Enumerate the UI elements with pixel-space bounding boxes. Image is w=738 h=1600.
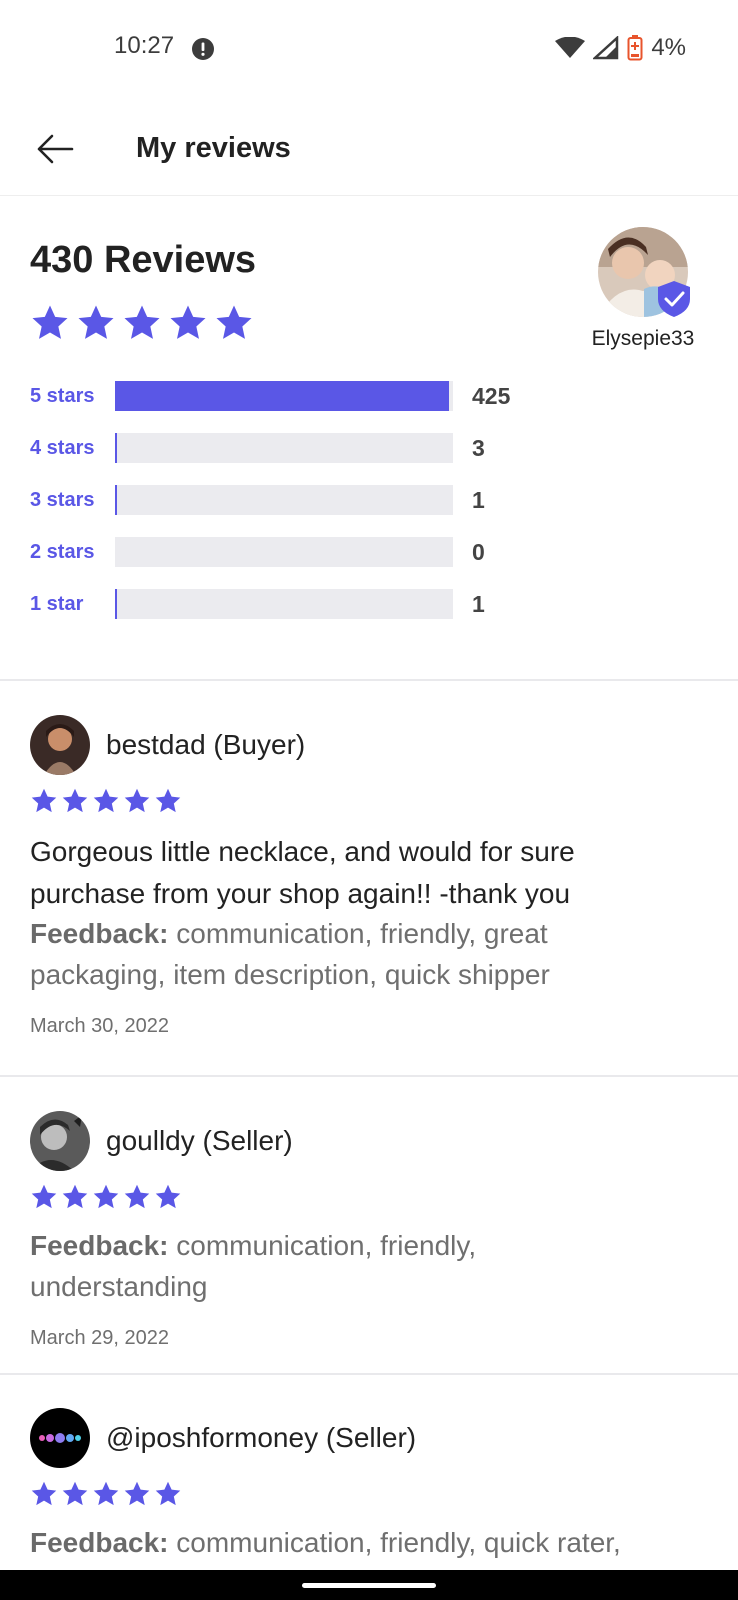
star-icon bbox=[170, 305, 206, 339]
rating-bar-track bbox=[115, 381, 453, 411]
feedback-label: Feedback: bbox=[30, 1527, 169, 1558]
reviewer-photo-icon bbox=[30, 1111, 90, 1171]
rating-row-4: 4 stars 3 bbox=[30, 433, 730, 485]
battery-icon bbox=[627, 35, 643, 61]
reviewer-photo-icon bbox=[30, 715, 90, 775]
feedback-label: Feedback: bbox=[30, 918, 169, 949]
rating-bar-track bbox=[115, 485, 453, 515]
rating-row-1: 1 star 1 bbox=[30, 589, 730, 641]
star-icon bbox=[124, 1481, 150, 1506]
rating-row-5: 5 stars 425 bbox=[30, 381, 730, 433]
status-icons: 4% bbox=[555, 34, 686, 62]
feedback-tags: understanding bbox=[30, 1271, 208, 1302]
feedback-tags: communication, friendly, great bbox=[168, 918, 548, 949]
reviewer-name[interactable]: goulldy (Seller) bbox=[106, 1125, 293, 1157]
rating-row-count: 1 bbox=[472, 487, 485, 513]
reviewer-photo-icon bbox=[30, 1408, 90, 1468]
rating-bar-fill bbox=[115, 381, 449, 411]
page-title: My reviews bbox=[136, 132, 291, 164]
reviewer-avatar[interactable] bbox=[30, 715, 90, 775]
star-icon bbox=[62, 788, 88, 813]
reviews-summary: 430 Reviews Elysepie33 5 stars 425 4 sta… bbox=[0, 197, 738, 681]
reviewer-name[interactable]: @iposhformoney (Seller) bbox=[106, 1422, 416, 1454]
profile-username: Elysepie33 bbox=[591, 327, 695, 350]
star-icon bbox=[216, 305, 252, 339]
app-header: My reviews bbox=[0, 104, 738, 196]
rating-row-3: 3 stars 1 bbox=[30, 485, 730, 537]
rating-row-label: 5 stars bbox=[30, 385, 95, 407]
review-text-line: purchase from your shop again!! -thank y… bbox=[30, 878, 571, 909]
star-icon bbox=[31, 1184, 57, 1209]
reviewer-avatar[interactable] bbox=[30, 1408, 90, 1468]
star-icon bbox=[62, 1184, 88, 1209]
rating-bar-track bbox=[115, 589, 453, 619]
review-text: Gorgeous little necklace, and would for … bbox=[30, 831, 710, 915]
star-icon bbox=[93, 1481, 119, 1506]
rating-bar-track bbox=[115, 537, 453, 567]
star-icon bbox=[155, 1481, 181, 1506]
rating-bar-track bbox=[115, 433, 453, 463]
review-feedback: Feedback: communication, friendly, quick… bbox=[30, 1522, 710, 1563]
star-icon bbox=[155, 788, 181, 813]
cell-signal-icon bbox=[593, 36, 619, 60]
battery-percent: 4% bbox=[651, 34, 686, 61]
rating-row-count: 425 bbox=[472, 383, 511, 409]
rating-row-2: 2 stars 0 bbox=[30, 537, 730, 589]
rating-row-label: 4 stars bbox=[30, 437, 95, 459]
review-rating-stars bbox=[30, 1480, 182, 1508]
summary-rating-stars bbox=[30, 303, 254, 343]
arrow-left-icon bbox=[37, 134, 74, 164]
review-text-line: Gorgeous little necklace, and would for … bbox=[30, 836, 575, 867]
feedback-tags: packaging, item description, quick shipp… bbox=[30, 959, 550, 990]
rating-bar-fill bbox=[115, 485, 117, 515]
review-rating-stars bbox=[30, 787, 182, 815]
feedback-label: Feedback: bbox=[30, 1230, 169, 1261]
review-feedback: Feedback: communication, friendly, great… bbox=[30, 913, 710, 995]
back-button[interactable] bbox=[28, 122, 82, 176]
star-icon bbox=[78, 305, 114, 339]
rating-row-label: 2 stars bbox=[30, 541, 95, 563]
rating-bar-fill bbox=[115, 589, 117, 619]
rating-row-count: 0 bbox=[472, 539, 485, 565]
rating-breakdown: 5 stars 425 4 stars 3 3 stars 1 2 stars … bbox=[30, 381, 730, 641]
alert-icon bbox=[192, 38, 214, 60]
reviews-count-title: 430 Reviews bbox=[30, 239, 257, 281]
review-feedback: Feedback: communication, friendly, under… bbox=[30, 1225, 710, 1307]
star-icon bbox=[93, 788, 119, 813]
star-icon bbox=[155, 1184, 181, 1209]
review-item[interactable]: goulldy (Seller) Feedback: communication… bbox=[0, 1079, 738, 1375]
rating-row-count: 1 bbox=[472, 591, 485, 617]
star-icon bbox=[31, 1481, 57, 1506]
feedback-tags: communication, friendly, bbox=[168, 1230, 477, 1261]
star-icon bbox=[32, 305, 68, 339]
status-time: 10:27 bbox=[114, 32, 175, 59]
profile-block[interactable]: Elysepie33 bbox=[578, 227, 708, 351]
system-nav-bar bbox=[0, 1570, 738, 1600]
rating-row-count: 3 bbox=[472, 435, 485, 461]
star-icon bbox=[124, 788, 150, 813]
profile-avatar[interactable] bbox=[598, 227, 690, 317]
star-icon bbox=[31, 788, 57, 813]
review-date: March 29, 2022 bbox=[30, 1327, 169, 1349]
star-icon bbox=[124, 305, 160, 339]
wifi-icon bbox=[555, 37, 586, 58]
feedback-tags: communication, friendly, quick rater, bbox=[168, 1527, 621, 1558]
rating-row-label: 1 star bbox=[30, 593, 84, 615]
reviewer-name[interactable]: bestdad (Buyer) bbox=[106, 729, 305, 761]
home-indicator[interactable] bbox=[302, 1583, 436, 1588]
review-item[interactable]: bestdad (Buyer) Gorgeous little necklace… bbox=[0, 683, 738, 1077]
star-icon bbox=[124, 1184, 150, 1209]
verified-badge-icon bbox=[658, 281, 690, 317]
rating-bar-fill bbox=[115, 433, 118, 463]
reviewer-avatar[interactable] bbox=[30, 1111, 90, 1171]
star-icon bbox=[93, 1184, 119, 1209]
review-rating-stars bbox=[30, 1183, 182, 1211]
star-icon bbox=[62, 1481, 88, 1506]
status-bar: 10:27 4% bbox=[0, 0, 738, 96]
rating-row-label: 3 stars bbox=[30, 489, 95, 511]
review-date: March 30, 2022 bbox=[30, 1015, 169, 1037]
review-item[interactable]: @iposhformoney (Seller) Feedback: commun… bbox=[0, 1376, 738, 1570]
